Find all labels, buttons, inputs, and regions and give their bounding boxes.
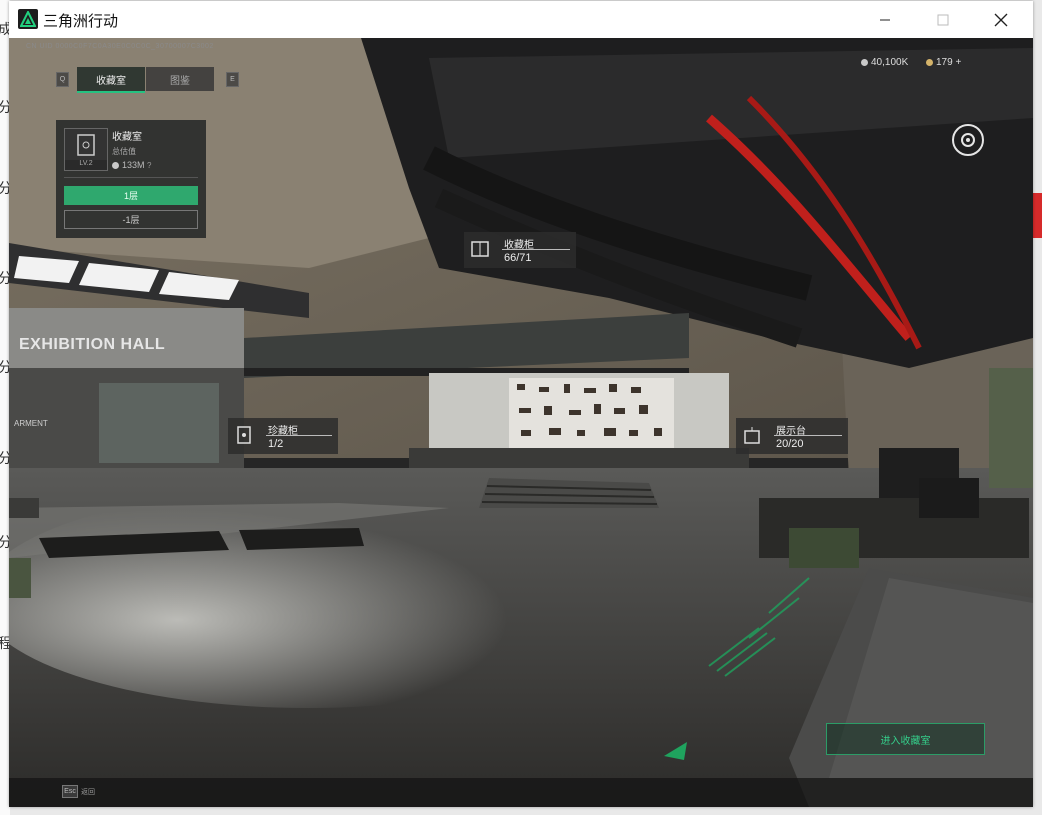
exhibition-hall-sign: EXHIBITION HALL [19,336,166,353]
floor-1-button[interactable]: 1层 [64,186,198,205]
close-button[interactable] [978,1,1024,38]
room-valuation: 133M ? [112,160,151,170]
label-divider [266,435,332,436]
background-red-tab [1033,193,1042,238]
display-stand-label[interactable]: 展示台 20/20 [736,418,848,454]
room-valuation-label: 总估值 [112,147,136,156]
label-divider [774,435,842,436]
title-bar[interactable]: 三角洲行动 [9,1,1033,38]
window-title: 三角洲行动 [43,13,119,30]
room-level: LV.2 [65,160,107,170]
currency-coin-icon [861,59,868,66]
valuation-coin-icon [112,162,119,169]
minimize-icon [880,19,890,20]
cabinet-icon [77,134,95,156]
safe-icon [237,426,251,444]
room-icon: LV.2 [64,128,108,171]
display-stand-icon [744,427,760,444]
wall-sign-text: ARMENT [14,419,48,428]
tab-next-key[interactable]: E [226,72,239,87]
room-name: 收藏室 [112,132,142,143]
bottom-hint-bar [9,778,1033,807]
app-logo-icon [18,9,38,29]
tab-catalog[interactable]: 图鉴 [146,67,214,91]
collection-cabinet-label[interactable]: 收藏柜 66/71 [464,232,576,268]
room-info-panel: LV.2 收藏室 总估值 133M ? 1层 -1层 [56,120,206,238]
floor-b1-button[interactable]: -1层 [64,210,198,229]
player-uid: CN UID 0000C0F7C0A30E0C0C0C_30700007C300… [26,43,214,50]
cabinet-icon [471,241,489,257]
tab-collection-room[interactable]: 收藏室 [77,67,145,93]
currency-primary-value: 40,100K [871,57,909,68]
disc-icon [961,133,975,147]
treasure-cabinet-label[interactable]: 珍藏柜 1/2 [228,418,338,454]
esc-key-icon[interactable]: Esc [62,785,78,798]
panel-divider [64,177,198,178]
tab-prev-key[interactable]: Q [56,72,69,87]
display-stand-count: 20/20 [776,438,804,450]
room-valuation-value: 133M [122,160,145,170]
help-icon[interactable]: ? [147,161,151,170]
collection-cabinet-count: 66/71 [504,252,532,264]
game-window: 三角洲行动 CN UID 0000C0F7C0A30E0C0C0C_307000… [9,1,1033,807]
maximize-icon [937,14,949,25]
maximize-button[interactable] [920,1,966,38]
treasure-cabinet-count: 1/2 [268,438,284,450]
currency-primary: 40,100K [861,57,908,68]
label-divider [502,249,570,250]
minimize-button[interactable] [862,1,908,38]
currency-secondary-value: 179 + [936,57,962,68]
currency-secondary[interactable]: 179 + [926,57,961,68]
enter-collection-room-button[interactable]: 进入收藏室 [826,723,985,755]
esc-hint-label: 返回 [81,789,95,796]
currency-gold-icon [926,59,933,66]
camera-settings-button[interactable] [952,124,984,156]
game-viewport[interactable]: CN UID 0000C0F7C0A30E0C0C0C_30700007C300… [9,38,1033,807]
close-icon [994,13,1008,26]
